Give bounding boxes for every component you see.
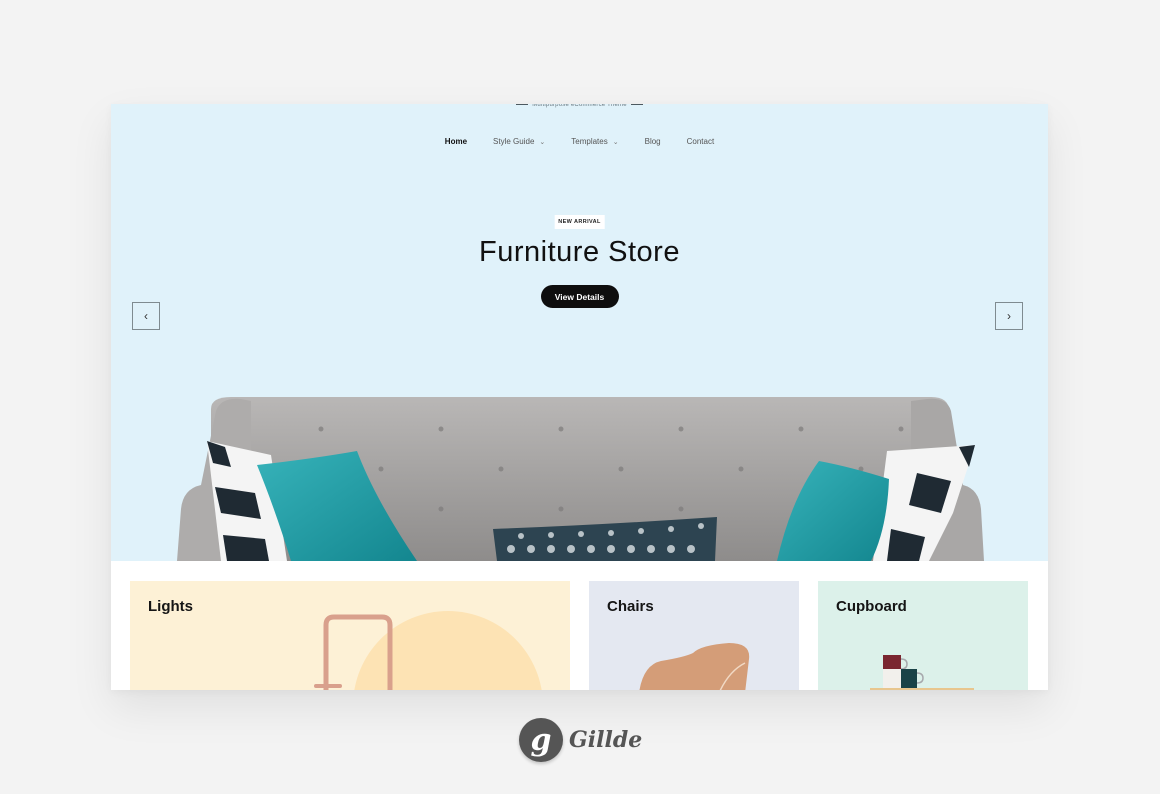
category-card-cupboard[interactable]: Cupboard xyxy=(818,581,1028,690)
category-card-chairs[interactable]: Chairs xyxy=(589,581,799,690)
lamp-image xyxy=(314,611,542,690)
brand-name: Gillde xyxy=(569,727,643,753)
hero-title: Furniture Store xyxy=(479,236,680,268)
view-details-button[interactable]: View Details xyxy=(540,285,619,308)
sofa-image xyxy=(177,397,984,561)
nav-item-home[interactable]: Home xyxy=(445,137,467,146)
nav-label: Blog xyxy=(644,137,661,146)
tagline-dash-left xyxy=(516,104,529,105)
new-arrival-badge: NEW ARRIVAL xyxy=(554,215,605,229)
slider-next-button[interactable]: › xyxy=(995,302,1023,330)
nav-label: Home xyxy=(444,137,468,146)
category-title: Lights xyxy=(148,598,193,615)
website-preview: Multipurpose eCommerce Theme Home Style … xyxy=(111,104,1048,690)
brand-logo: g Gillde xyxy=(519,718,642,762)
chevron-down-icon: ⌄ xyxy=(612,139,619,146)
tagline: Multipurpose eCommerce Theme xyxy=(111,104,1048,108)
chevron-down-icon: ⌄ xyxy=(539,139,546,146)
nav-item-contact[interactable]: Contact xyxy=(687,137,715,146)
nav-label: Contact xyxy=(686,137,715,146)
nav-label: Templates xyxy=(571,137,608,146)
tagline-dash-right xyxy=(630,104,643,105)
category-card-lights[interactable]: Lights xyxy=(130,581,570,690)
main-nav: Home Style Guide ⌄ Templates ⌄ Blog Contac… xyxy=(111,137,1048,146)
tagline-text: Multipurpose eCommerce Theme xyxy=(532,104,627,108)
brand-mark-icon: g xyxy=(519,718,563,762)
chevron-left-icon: ‹ xyxy=(144,309,148,323)
nav-item-templates[interactable]: Templates ⌄ xyxy=(571,137,618,146)
nav-item-blog[interactable]: Blog xyxy=(645,137,661,146)
category-title: Chairs xyxy=(607,598,654,615)
slider-prev-button[interactable]: ‹ xyxy=(132,302,160,330)
hero-section: Multipurpose eCommerce Theme Home Style … xyxy=(111,104,1048,561)
nav-label: Style Guide xyxy=(493,137,535,146)
category-title: Cupboard xyxy=(836,598,907,615)
chevron-right-icon: › xyxy=(1007,309,1011,323)
nav-item-style-guide[interactable]: Style Guide ⌄ xyxy=(493,137,545,146)
